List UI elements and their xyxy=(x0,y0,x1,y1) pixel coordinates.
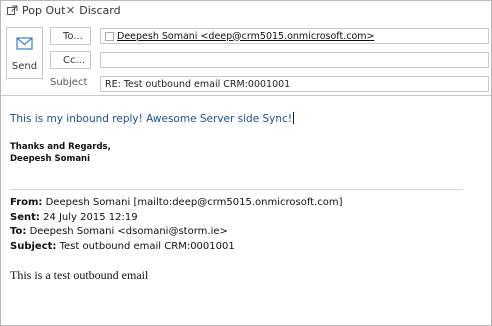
quoted-sent-label: Sent: xyxy=(10,211,40,223)
discard-label: Discard xyxy=(79,3,121,17)
quoted-to-label: To: xyxy=(10,226,27,237)
original-message-text: This is a test outbound email xyxy=(10,268,149,282)
quoted-sent-value: 24 July 2015 12:19 xyxy=(43,211,138,223)
message-body-reply[interactable]: This is my inbound reply! Awesome Server… xyxy=(10,112,295,125)
send-button[interactable]: Send xyxy=(6,27,43,79)
subject-field[interactable]: RE: Test outbound email CRM:0001001 xyxy=(100,76,489,92)
quoted-from-value: Deepesh Somani [mailto:deep@crm5015.onmi… xyxy=(45,197,343,208)
quoted-subject-label: Subject: xyxy=(10,240,57,252)
quoted-subject-value: Test outbound email CRM:0001001 xyxy=(59,240,235,252)
send-label: Send xyxy=(11,61,38,72)
to-recipient[interactable]: Deepesh Somani <deep@crm5015.onmicrosoft… xyxy=(117,31,374,42)
pop-out-button[interactable]: Pop Out xyxy=(7,3,65,17)
quoted-from-label: From: xyxy=(10,197,43,208)
subject-value: RE: Test outbound email CRM:0001001 xyxy=(105,78,291,90)
cc-field[interactable] xyxy=(100,52,489,68)
to-field[interactable]: Deepesh Somani <deep@crm5015.onmicrosoft… xyxy=(100,28,489,44)
to-button[interactable]: To... xyxy=(50,27,91,45)
quote-divider xyxy=(10,189,463,190)
text-caret xyxy=(293,112,295,124)
quoted-to-line: To: Deepesh Somani <dsomani@storm.ie> xyxy=(10,225,343,240)
cc-button[interactable]: Cc... xyxy=(50,51,91,69)
quoted-header: From: Deepesh Somani [mailto:deep@crm501… xyxy=(10,196,343,254)
subject-label: Subject xyxy=(50,77,88,88)
discard-button[interactable]: ✕ Discard xyxy=(66,3,121,17)
quoted-subject-line: Subject: Test outbound email CRM:0001001 xyxy=(10,240,343,255)
compose-toolbar: Pop Out ✕ Discard xyxy=(1,1,491,19)
signature: Thanks and Regards, Deepesh Somani xyxy=(10,141,111,165)
send-icon xyxy=(16,37,33,50)
signature-line-2: Deepesh Somani xyxy=(10,154,91,164)
to-button-label: To... xyxy=(63,30,83,42)
quoted-to-value: Deepesh Somani <dsomani@storm.ie> xyxy=(29,226,228,237)
recipient-checkbox-icon xyxy=(105,31,114,41)
quoted-from-line: From: Deepesh Somani [mailto:deep@crm501… xyxy=(10,196,343,211)
reply-text: This is my inbound reply! Awesome Server… xyxy=(10,113,293,125)
pop-out-icon xyxy=(7,5,18,15)
signature-line-1: Thanks and Regards, xyxy=(10,142,111,152)
compose-window: Pop Out ✕ Discard Send To... Deepesh Som… xyxy=(0,0,492,326)
header-divider xyxy=(1,95,491,96)
cc-button-label: Cc... xyxy=(63,54,86,66)
pop-out-label: Pop Out xyxy=(22,3,66,17)
discard-icon: ✕ xyxy=(66,3,76,17)
quoted-sent-line: Sent: 24 July 2015 12:19 xyxy=(10,211,343,226)
